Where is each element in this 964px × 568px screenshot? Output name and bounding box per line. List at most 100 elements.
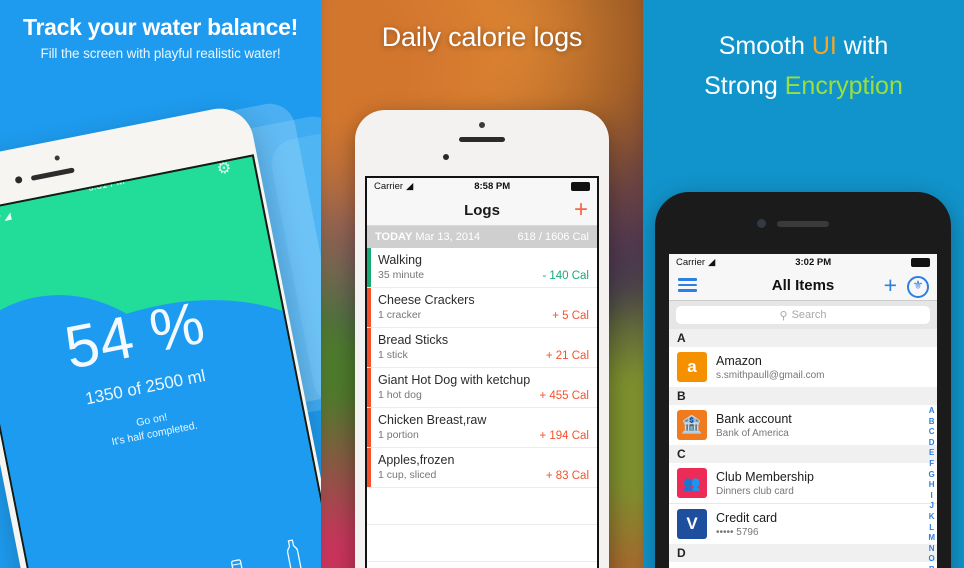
day-section-header: TODAY Mar 13, 2014 618 / 1606 Cal	[367, 226, 597, 248]
status-time: 3:02 PM	[795, 256, 832, 268]
section-header-b: B	[669, 387, 937, 405]
iphone-mockup-calories: Carrier ◢ 8:58 PM Logs + TODAY Mar 13, 2…	[355, 110, 609, 568]
carrier-label: Carrier	[0, 212, 3, 230]
entry-calories: + 21 Cal	[545, 350, 589, 362]
search-placeholder: Search	[791, 309, 827, 321]
index-letter[interactable]: E	[929, 448, 934, 459]
entry-name: Apples,frozen	[378, 453, 455, 467]
plus-icon[interactable]: +	[884, 272, 897, 298]
table-row[interactable]: Giant Hot Dog with ketchup 1 hot dog + 4…	[367, 368, 597, 408]
index-letter[interactable]: D	[929, 438, 935, 449]
entry-name: Giant Hot Dog with ketchup	[378, 373, 531, 387]
section-header-c: C	[669, 445, 937, 463]
panel-password-manager: Smooth UI with Strong Encryption Carrier…	[643, 0, 964, 568]
front-camera-icon	[54, 155, 61, 161]
item-title: Club Membership	[716, 469, 814, 484]
table-row-empty	[367, 525, 597, 562]
item-title: Amazon	[716, 353, 762, 368]
wifi-icon: ◢	[708, 256, 716, 268]
list-item[interactable]: a Amazon s.smithpaull@gmail.com	[669, 347, 937, 387]
index-letter[interactable]: I	[931, 491, 933, 502]
index-letter[interactable]: M	[928, 533, 935, 544]
index-letter[interactable]: F	[929, 459, 934, 470]
earpiece-speaker	[30, 167, 75, 181]
bottle-icon	[287, 539, 303, 568]
entry-name: Chicken Breast,raw	[378, 413, 487, 427]
password-app-screen: Carrier ◢ 3:02 PM All Items + ⚜ ⚲ Search	[669, 254, 937, 568]
index-letter[interactable]: C	[929, 427, 935, 438]
title-part-smooth: Smooth	[718, 32, 812, 60]
day-total-calories: 618 / 1606 Cal	[517, 231, 589, 243]
status-bar: Carrier ◢ 3:02 PM	[669, 254, 937, 270]
members-tile-icon: 👥	[677, 468, 707, 498]
index-letter[interactable]: K	[929, 512, 935, 523]
drink-button-330[interactable]: +330	[224, 556, 256, 568]
item-subtitle: s.smithpaull@gmail.com	[716, 369, 825, 381]
drink-button-500[interactable]: +500	[279, 537, 313, 568]
earpiece-speaker	[777, 221, 829, 227]
bank-tile-icon: 🏦	[677, 410, 707, 440]
list-item[interactable]: V Credit card ••••• 5796	[669, 503, 937, 544]
index-letter[interactable]: B	[929, 417, 935, 428]
amazon-tile-icon: a	[677, 352, 707, 382]
sensor-icon	[443, 154, 449, 160]
alphabet-index[interactable]: A B C D E F G H I J K L M N O P	[928, 406, 935, 568]
section-header-a: A	[669, 329, 937, 347]
table-row[interactable]: Bread Sticks 1 stick + 21 Cal	[367, 328, 597, 368]
index-letter[interactable]: A	[929, 406, 935, 417]
navigation-bar: All Items + ⚜	[669, 270, 937, 301]
index-letter[interactable]: N	[929, 544, 935, 555]
entry-calories: + 83 Cal	[545, 470, 589, 482]
calorie-app-screen: Carrier ◢ 8:58 PM Logs + TODAY Mar 13, 2…	[365, 176, 599, 568]
carrier-label: Carrier	[374, 181, 404, 192]
index-letter[interactable]: O	[929, 554, 935, 565]
table-row-empty	[367, 488, 597, 525]
item-subtitle: Dinners club card	[716, 485, 794, 497]
panel1-header: Track your water balance! Fill the scree…	[0, 0, 321, 61]
index-letter[interactable]: H	[929, 480, 935, 491]
item-subtitle: ••••• 5796	[716, 526, 759, 538]
gear-icon[interactable]: ⚙	[215, 157, 235, 178]
search-input[interactable]: ⚲ Search	[676, 306, 930, 324]
entry-name: Bread Sticks	[378, 333, 449, 347]
plus-icon[interactable]: +	[574, 198, 588, 222]
index-letter[interactable]: J	[929, 501, 933, 512]
table-row[interactable]: Walking 35 minute - 140 Cal	[367, 248, 597, 288]
title-part-with: with	[836, 32, 889, 60]
panel3-title-line1: Smooth UI with	[643, 32, 964, 61]
title-part-strong: Strong	[704, 72, 785, 100]
table-row[interactable]: Apples,frozen 1 cup, sliced + 83 Cal	[367, 448, 597, 488]
table-row-empty	[367, 562, 597, 568]
front-camera-icon	[479, 122, 485, 128]
panel-calorie-logs: Daily calorie logs Carrier ◢ 8:58 PM Log…	[321, 0, 643, 568]
index-letter[interactable]: G	[929, 470, 935, 481]
globe-icon[interactable]: ⚜	[907, 276, 929, 298]
panel2-title: Daily calorie logs	[381, 22, 583, 52]
entry-calories: - 140 Cal	[542, 270, 589, 282]
table-row[interactable]: Cheese Crackers 1 cracker + 5 Cal	[367, 288, 597, 328]
entry-calories: + 5 Cal	[552, 310, 589, 322]
status-time: 8:58 PM	[474, 181, 511, 192]
title-part-encryption: Encryption	[784, 72, 903, 100]
list-item[interactable]: 🏦 Bank account Bank of America	[669, 405, 937, 445]
panel3-title-line2: Strong Encryption	[643, 72, 964, 101]
table-row[interactable]: Chicken Breast,raw 1 portion + 194 Cal	[367, 408, 597, 448]
today-label: TODAY	[375, 231, 413, 243]
wifi-icon: ◢	[2, 210, 13, 223]
carrier-label: Carrier	[676, 256, 706, 268]
panel1-subtitle: Fill the screen with playful realistic w…	[40, 46, 281, 61]
hamburger-menu-icon[interactable]	[678, 278, 697, 295]
app-store-screenshot-strip: Track your water balance! Fill the scree…	[0, 0, 964, 568]
sensor-icon	[14, 175, 23, 184]
section-header-d: D	[669, 544, 937, 562]
index-letter[interactable]: L	[929, 523, 934, 534]
battery-icon	[571, 182, 590, 191]
panel1-title: Track your water balance!	[22, 14, 298, 40]
battery-icon	[218, 154, 241, 156]
wifi-icon: ◢	[406, 181, 414, 192]
list-item[interactable]: 👥 Club Membership Dinners club card	[669, 463, 937, 503]
status-time: 6:31 PM	[87, 175, 126, 194]
panel-water-balance: Track your water balance! Fill the scree…	[0, 0, 321, 568]
entry-name: Walking	[378, 253, 422, 267]
status-bar: Carrier ◢ 8:58 PM	[367, 178, 597, 195]
